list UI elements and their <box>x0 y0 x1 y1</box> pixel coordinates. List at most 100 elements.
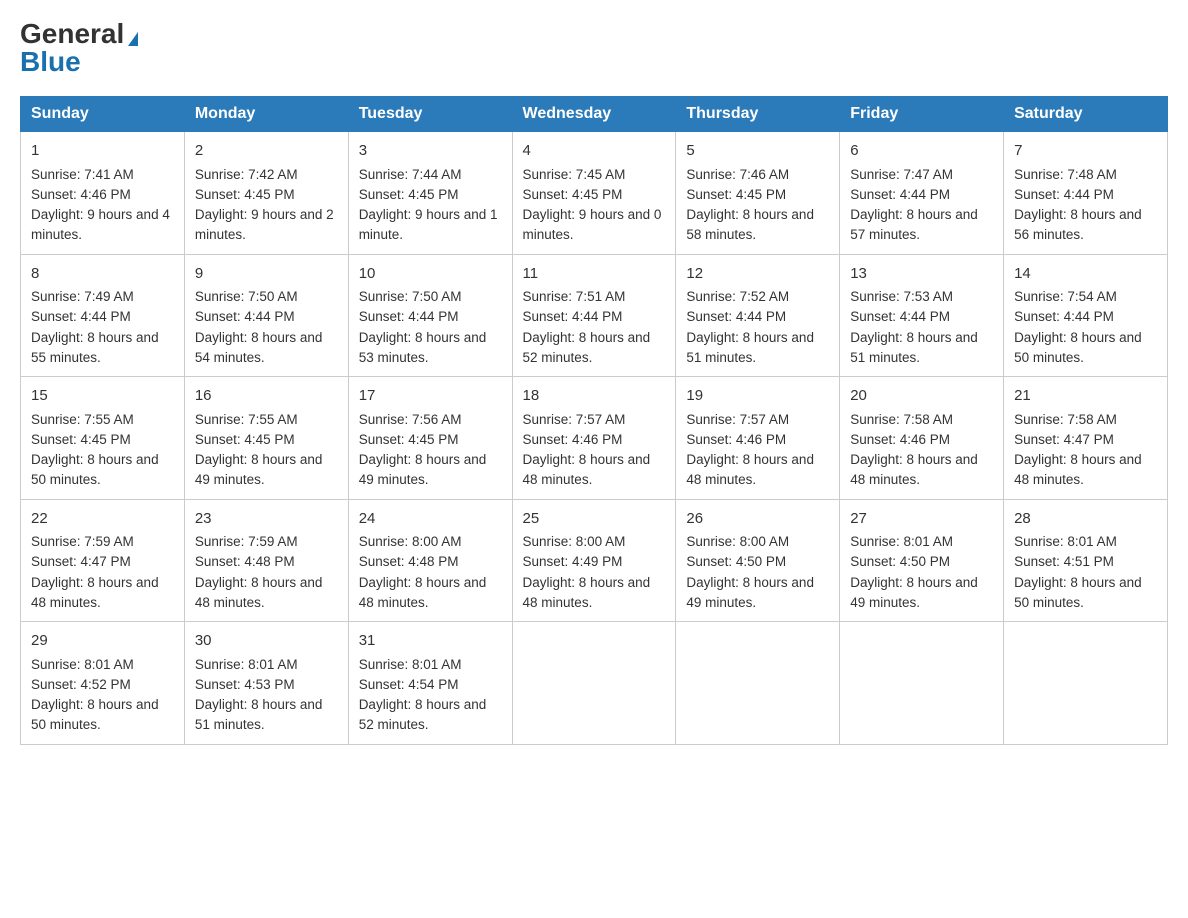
day-cell-16: 16Sunrise: 7:55 AMSunset: 4:45 PMDayligh… <box>184 377 348 500</box>
daylight-label: Daylight: 8 hours and 49 minutes. <box>359 452 487 487</box>
sunrise-label: Sunrise: 7:50 AM <box>195 289 298 304</box>
sunset-label: Sunset: 4:46 PM <box>523 432 623 447</box>
sunset-label: Sunset: 4:48 PM <box>195 554 295 569</box>
day-cell-22: 22Sunrise: 7:59 AMSunset: 4:47 PMDayligh… <box>21 499 185 622</box>
sunrise-label: Sunrise: 8:01 AM <box>195 657 298 672</box>
day-cell-28: 28Sunrise: 8:01 AMSunset: 4:51 PMDayligh… <box>1004 499 1168 622</box>
day-cell-24: 24Sunrise: 8:00 AMSunset: 4:48 PMDayligh… <box>348 499 512 622</box>
week-row-5: 29 Sunrise: 8:01 AM Sunset: 4:52 PM Dayligh… <box>21 622 1168 745</box>
logo-triangle-icon <box>128 32 138 46</box>
sunrise-label: Sunrise: 7:44 AM <box>359 167 462 182</box>
day-cell-8: 8Sunrise: 7:49 AMSunset: 4:44 PMDaylight… <box>21 254 185 377</box>
sunset-label: Sunset: 4:45 PM <box>195 432 295 447</box>
header-thursday: Thursday <box>676 97 840 132</box>
day-cell-19: 19Sunrise: 7:57 AMSunset: 4:46 PMDayligh… <box>676 377 840 500</box>
sunrise-label: Sunrise: 8:00 AM <box>359 534 462 549</box>
sunrise-label: Sunrise: 8:00 AM <box>686 534 789 549</box>
sunset-label: Sunset: 4:45 PM <box>359 432 459 447</box>
day-cell-26: 26Sunrise: 8:00 AMSunset: 4:50 PMDayligh… <box>676 499 840 622</box>
sunrise-label: Sunrise: 7:41 AM <box>31 167 134 182</box>
daylight-label: Daylight: 8 hours and 56 minutes. <box>1014 207 1142 242</box>
sunrise-label: Sunrise: 7:57 AM <box>686 412 789 427</box>
page-header: General Blue <box>20 20 1168 76</box>
day-number: 5 <box>686 140 829 163</box>
day-cell-5: 5Sunrise: 7:46 AMSunset: 4:45 PMDaylight… <box>676 132 840 255</box>
day-number: 10 <box>359 263 502 286</box>
day-number: 4 <box>523 140 666 163</box>
empty-cell <box>676 622 840 745</box>
logo-general-text: General <box>20 18 124 49</box>
daylight-label: Daylight: 8 hours and 49 minutes. <box>686 575 814 610</box>
day-number: 26 <box>686 508 829 531</box>
day-number: 29 <box>31 630 174 653</box>
sunrise-label: Sunrise: 8:01 AM <box>359 657 462 672</box>
daylight-label: Daylight: 8 hours and 48 minutes. <box>686 452 814 487</box>
logo: General Blue <box>20 20 138 76</box>
sunset-label: Sunset: 4:45 PM <box>359 187 459 202</box>
day-number: 23 <box>195 508 338 531</box>
day-number: 6 <box>850 140 993 163</box>
sunset-label: Sunset: 4:51 PM <box>1014 554 1114 569</box>
header-monday: Monday <box>184 97 348 132</box>
week-row-1: 1Sunrise: 7:41 AMSunset: 4:46 PMDaylight… <box>21 132 1168 255</box>
sunrise-label: Sunrise: 7:58 AM <box>850 412 953 427</box>
sunrise-label: Sunrise: 7:57 AM <box>523 412 626 427</box>
day-cell-31: 31Sunrise: 8:01 AMSunset: 4:54 PMDayligh… <box>348 622 512 745</box>
sunset-label: Sunset: 4:44 PM <box>850 187 950 202</box>
daylight-label: Daylight: 8 hours and 52 minutes. <box>359 697 487 732</box>
day-number: 20 <box>850 385 993 408</box>
day-number: 12 <box>686 263 829 286</box>
day-cell-7: 7Sunrise: 7:48 AMSunset: 4:44 PMDaylight… <box>1004 132 1168 255</box>
sunset-label: Sunset: 4:45 PM <box>31 432 131 447</box>
day-number: 25 <box>523 508 666 531</box>
daylight-label: Daylight: 8 hours and 50 minutes. <box>1014 575 1142 610</box>
sunrise-label: Sunrise: 7:48 AM <box>1014 167 1117 182</box>
sunset-label: Sunset: 4:45 PM <box>523 187 623 202</box>
daylight-label: Daylight: 8 hours and 48 minutes. <box>523 575 651 610</box>
empty-cell <box>512 622 676 745</box>
day-number: 1 <box>31 140 174 163</box>
daylight-label: Daylight: 9 hours and 2 minutes. <box>195 207 334 242</box>
sunset-label: Sunset: 4:45 PM <box>195 187 295 202</box>
sunset-label: Sunset: 4:44 PM <box>195 309 295 324</box>
daylight-label: Daylight: 8 hours and 49 minutes. <box>195 452 323 487</box>
day-cell-27: 27Sunrise: 8:01 AMSunset: 4:50 PMDayligh… <box>840 499 1004 622</box>
sunrise-label: Sunrise: 7:55 AM <box>195 412 298 427</box>
sunset-label: Sunset: 4:45 PM <box>686 187 786 202</box>
day-number: 30 <box>195 630 338 653</box>
daylight-label: Daylight: 8 hours and 51 minutes. <box>850 330 978 365</box>
daylight-label: Daylight: 8 hours and 51 minutes. <box>195 697 323 732</box>
day-cell-3: 3Sunrise: 7:44 AMSunset: 4:45 PMDaylight… <box>348 132 512 255</box>
daylight-label: Daylight: 9 hours and 0 minutes. <box>523 207 662 242</box>
sunrise-label: Sunrise: 7:58 AM <box>1014 412 1117 427</box>
daylight-label: Daylight: 8 hours and 48 minutes. <box>850 452 978 487</box>
daylight-label: Daylight: 8 hours and 54 minutes. <box>195 330 323 365</box>
sunset-label: Sunset: 4:46 PM <box>850 432 950 447</box>
header-sunday: Sunday <box>21 97 185 132</box>
day-cell-12: 12Sunrise: 7:52 AMSunset: 4:44 PMDayligh… <box>676 254 840 377</box>
week-row-3: 15Sunrise: 7:55 AMSunset: 4:45 PMDayligh… <box>21 377 1168 500</box>
week-row-2: 8Sunrise: 7:49 AMSunset: 4:44 PMDaylight… <box>21 254 1168 377</box>
day-cell-10: 10Sunrise: 7:50 AMSunset: 4:44 PMDayligh… <box>348 254 512 377</box>
sunrise-label: Sunrise: 8:00 AM <box>523 534 626 549</box>
daylight-label: Daylight: 8 hours and 48 minutes. <box>523 452 651 487</box>
daylight-label: Daylight: 8 hours and 50 minutes. <box>1014 330 1142 365</box>
day-number: 18 <box>523 385 666 408</box>
sunrise-label: Sunrise: 8:01 AM <box>850 534 953 549</box>
sunset-label: Sunset: 4:44 PM <box>686 309 786 324</box>
sunset-label: Sunset: 4:53 PM <box>195 677 295 692</box>
day-cell-18: 18 Sunrise: 7:57 AM Sunset: 4:46 PM Dayligh… <box>512 377 676 500</box>
day-number: 22 <box>31 508 174 531</box>
day-headers-row: Sunday Monday Tuesday Wednesday Thursday… <box>21 97 1168 132</box>
day-number: 9 <box>195 263 338 286</box>
day-number: 27 <box>850 508 993 531</box>
day-number: 11 <box>523 263 666 286</box>
empty-cell <box>840 622 1004 745</box>
sunrise-label: Sunrise: 7:55 AM <box>31 412 134 427</box>
daylight-label: Daylight: 9 hours and 1 minute. <box>359 207 498 242</box>
daylight-label: Daylight: 8 hours and 51 minutes. <box>686 330 814 365</box>
logo-top-row: General <box>20 20 138 48</box>
sunset-label: Sunset: 4:52 PM <box>31 677 131 692</box>
day-cell-21: 21Sunrise: 7:58 AMSunset: 4:47 PMDayligh… <box>1004 377 1168 500</box>
day-cell-23: 23Sunrise: 7:59 AMSunset: 4:48 PMDayligh… <box>184 499 348 622</box>
